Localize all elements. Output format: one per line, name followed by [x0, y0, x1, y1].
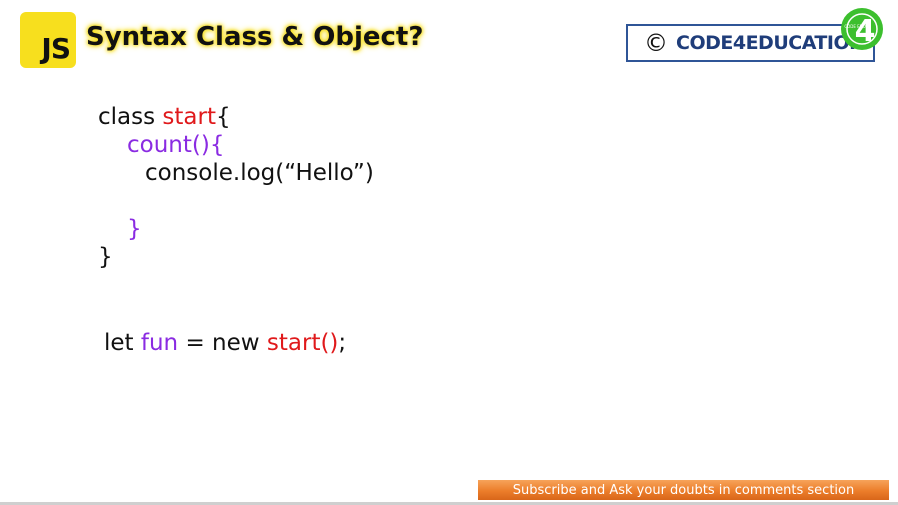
copyright-icon: © [644, 29, 668, 57]
brand-name: CODE4EDUCATION [676, 32, 865, 54]
js-logo-badge: JS [20, 12, 76, 68]
code-assign-new: = new [178, 330, 267, 356]
code-line-class-close: } [98, 244, 113, 270]
code-variable-name: fun [140, 330, 179, 356]
code-line-method-close: } [127, 216, 142, 242]
code4education-logo-icon: 4 CODE EDU [841, 8, 883, 50]
js-badge-text: JS [41, 32, 71, 65]
brand-box: © CODE4EDUCATION [626, 24, 875, 62]
subscribe-text: Subscribe and Ask your doubts in comment… [512, 482, 855, 498]
code-class-name: start [162, 104, 216, 130]
code-keyword-class: class [98, 104, 163, 130]
page-title: Syntax Class & Object? [86, 22, 424, 52]
code-semicolon: ; [338, 330, 347, 356]
slide: JS Syntax Class & Object? © CODE4EDUCATI… [0, 0, 898, 505]
logo-digit: 4 [855, 14, 876, 49]
code-line-console-log: console.log(“Hello”) [145, 160, 374, 186]
subscribe-banner: Subscribe and Ask your doubts in comment… [478, 480, 889, 500]
code-constructor-call: start() [266, 330, 339, 356]
code-keyword-let: let [104, 330, 141, 356]
logo-small-text: CODE EDU [844, 24, 865, 29]
code-line-method: count(){ [127, 132, 225, 158]
code-line-class: class start{ [98, 106, 231, 129]
code-line-instantiation: let fun = new start(); [104, 332, 346, 355]
code-open-brace: { [216, 104, 231, 130]
